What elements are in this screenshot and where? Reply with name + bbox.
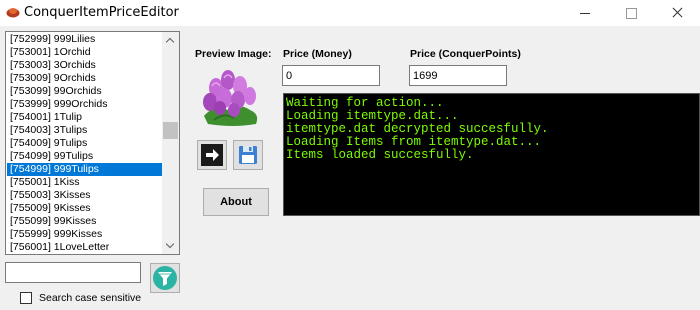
list-item[interactable]: [753099] 99Orchids	[7, 85, 164, 98]
close-button[interactable]	[654, 0, 700, 26]
app-logo-icon	[6, 8, 20, 18]
list-item[interactable]: [752999] 999Lilies	[7, 33, 164, 46]
list-item[interactable]: [753999] 999Orchids	[7, 98, 164, 111]
list-item[interactable]: [755099] 99Kisses	[7, 215, 164, 228]
list-item[interactable]: [753001] 1Orchid	[7, 46, 164, 59]
list-item[interactable]: [755003] 3Kisses	[7, 189, 164, 202]
list-item[interactable]: [756001] 1LoveLetter	[7, 241, 164, 254]
list-item[interactable]: [753009] 9Orchids	[7, 72, 164, 85]
save-button[interactable]	[233, 140, 263, 170]
price-money-label: Price (Money)	[283, 48, 352, 60]
about-button[interactable]: About	[203, 188, 269, 216]
price-money-input[interactable]	[282, 65, 380, 86]
window-title: ConquerItemPriceEditor	[24, 5, 179, 20]
list-item[interactable]: [754999] 999Tulips	[7, 163, 164, 176]
preview-label: Preview Image:	[195, 48, 272, 60]
item-list: [752999] 999Lilies [753001] 1Orchid [75300…	[7, 33, 164, 254]
floppy-disk-icon	[239, 146, 257, 164]
list-item[interactable]: [755009] 9Kisses	[7, 202, 164, 215]
item-listbox[interactable]: [752999] 999Lilies [753001] 1Orchid [75300…	[5, 31, 180, 255]
list-item[interactable]: [754009] 9Tulips	[7, 137, 164, 150]
scroll-thumb[interactable]	[163, 122, 178, 139]
log-console: Waiting for action... Loading itemtype.da…	[283, 93, 700, 216]
list-item[interactable]: [754001] 1Tulip	[7, 111, 164, 124]
export-arrow-icon	[201, 144, 223, 166]
list-item[interactable]: [753003] 3Orchids	[7, 59, 164, 72]
list-item[interactable]: [755001] 1Kiss	[7, 176, 164, 189]
title-bar: ConquerItemPriceEditor	[0, 0, 700, 26]
minimize-button[interactable]	[562, 0, 608, 26]
list-item[interactable]: [754003] 3Tulips	[7, 124, 164, 137]
price-cp-label: Price (ConquerPoints)	[410, 48, 521, 60]
list-scrollbar[interactable]	[162, 32, 179, 254]
scroll-down-icon[interactable]	[162, 237, 179, 254]
search-input[interactable]	[5, 262, 141, 283]
filter-button[interactable]	[150, 263, 180, 293]
funnel-filter-icon	[153, 266, 177, 290]
price-cp-input[interactable]	[409, 65, 507, 86]
console-line: Items loaded succesfully.	[286, 148, 474, 162]
tulip-bouquet-image	[203, 70, 258, 126]
scroll-up-icon[interactable]	[162, 32, 179, 49]
case-sensitive-label: Search case sensitive	[39, 292, 142, 304]
maximize-button[interactable]	[608, 0, 654, 26]
case-sensitive-checkbox[interactable]	[20, 292, 32, 304]
list-item[interactable]: [754099] 99Tulips	[7, 150, 164, 163]
list-item[interactable]: [755999] 999Kisses	[7, 228, 164, 241]
export-button[interactable]	[197, 140, 227, 170]
